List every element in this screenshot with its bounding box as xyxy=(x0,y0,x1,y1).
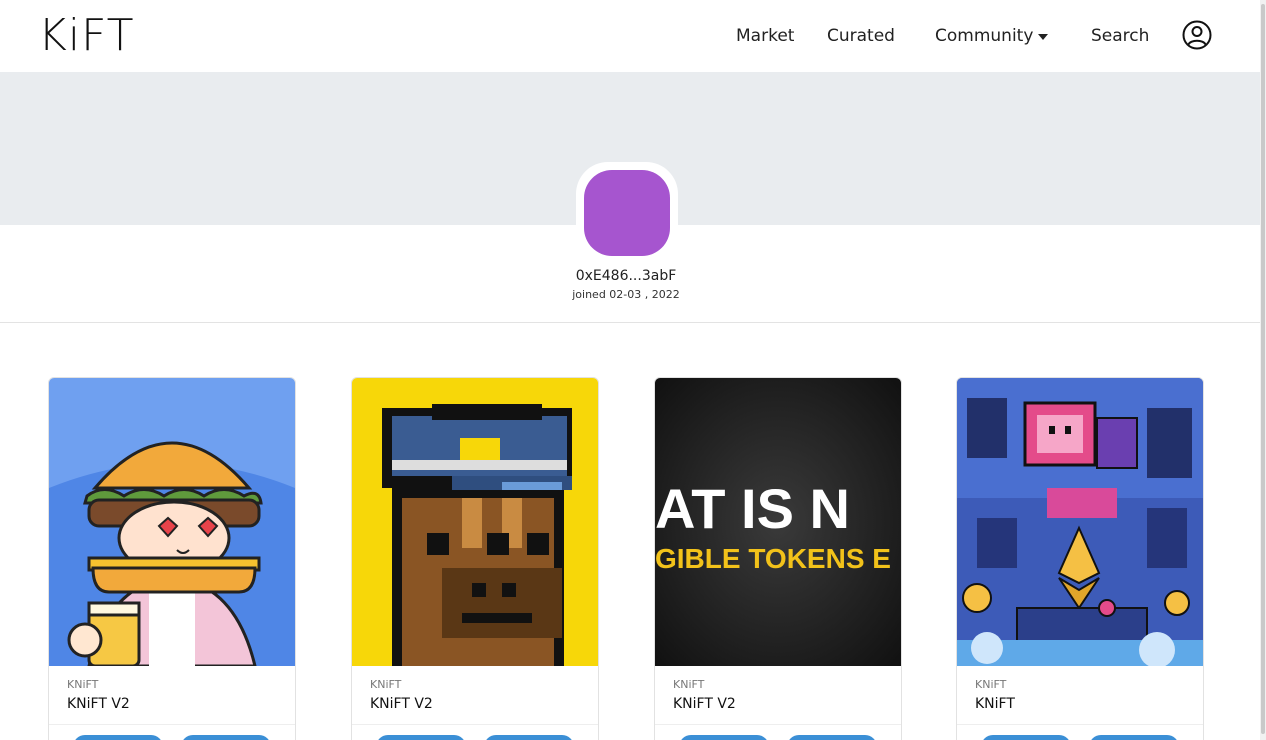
caret-down-icon xyxy=(1038,34,1049,40)
card-action-button[interactable] xyxy=(981,735,1071,740)
nft-collection-name: KNiFT xyxy=(673,678,705,691)
scrollbar-thumb[interactable] xyxy=(1261,4,1265,734)
avatar[interactable] xyxy=(584,170,670,256)
nav-market-link[interactable]: Market xyxy=(736,22,794,50)
card-action-button[interactable] xyxy=(376,735,466,740)
brand-logo[interactable]: KiFT xyxy=(38,8,135,64)
burger-character-art xyxy=(49,378,295,666)
card-action-button[interactable] xyxy=(484,735,574,740)
card-action-button[interactable] xyxy=(787,735,877,740)
nft-text-art: AT IS N GIBLE TOKENS E xyxy=(655,378,901,666)
card-divider xyxy=(957,724,1203,725)
nft-title[interactable]: KNiFT V2 xyxy=(673,696,736,712)
card-action-button[interactable] xyxy=(1089,735,1179,740)
nav-curated-link[interactable]: Curated xyxy=(827,22,895,50)
nft-title[interactable]: KNiFT xyxy=(975,696,1015,712)
nft-card[interactable]: KNiFT KNiFT V2 xyxy=(351,377,599,740)
nft-title[interactable]: KNiFT V2 xyxy=(370,696,433,712)
top-navbar: KiFT Market Curated Community Search xyxy=(0,0,1260,72)
nft-card[interactable]: KNiFT KNiFT xyxy=(956,377,1204,740)
nft-title[interactable]: KNiFT V2 xyxy=(67,696,130,712)
art-text-line-2: GIBLE TOKENS E xyxy=(655,543,891,574)
card-action-button[interactable] xyxy=(73,735,163,740)
card-divider xyxy=(49,724,295,725)
card-action-button[interactable] xyxy=(679,735,769,740)
nft-image[interactable] xyxy=(352,378,598,666)
nft-card[interactable]: AT IS N GIBLE TOKENS E KNiFT KNiFT V2 xyxy=(654,377,902,740)
app-root: KiFT Market Curated Community Search 0xE… xyxy=(0,0,1266,740)
card-divider xyxy=(655,724,901,725)
nft-image[interactable] xyxy=(957,378,1203,666)
wallet-address: 0xE486...3abF xyxy=(575,268,677,284)
ethereum-city-art xyxy=(957,378,1203,666)
nav-search-link[interactable]: Search xyxy=(1091,22,1149,50)
nav-community-dropdown[interactable]: Community xyxy=(935,22,1049,50)
card-divider xyxy=(352,724,598,725)
nft-image[interactable]: AT IS N GIBLE TOKENS E xyxy=(655,378,901,666)
joined-date: joined 02-03 , 2022 xyxy=(572,288,680,301)
nft-collection-name: KNiFT xyxy=(370,678,402,691)
nft-card[interactable]: KNiFT KNiFT V2 xyxy=(48,377,296,740)
section-divider xyxy=(0,322,1260,323)
nav-community-label: Community xyxy=(935,26,1034,46)
user-account-icon[interactable] xyxy=(1182,20,1212,50)
art-text-line-1: AT IS N xyxy=(655,477,850,540)
card-action-button[interactable] xyxy=(181,735,271,740)
nft-collection-name: KNiFT xyxy=(975,678,1007,691)
nft-collection-name: KNiFT xyxy=(67,678,99,691)
nft-image[interactable] xyxy=(49,378,295,666)
pixel-dog-art xyxy=(352,378,598,666)
